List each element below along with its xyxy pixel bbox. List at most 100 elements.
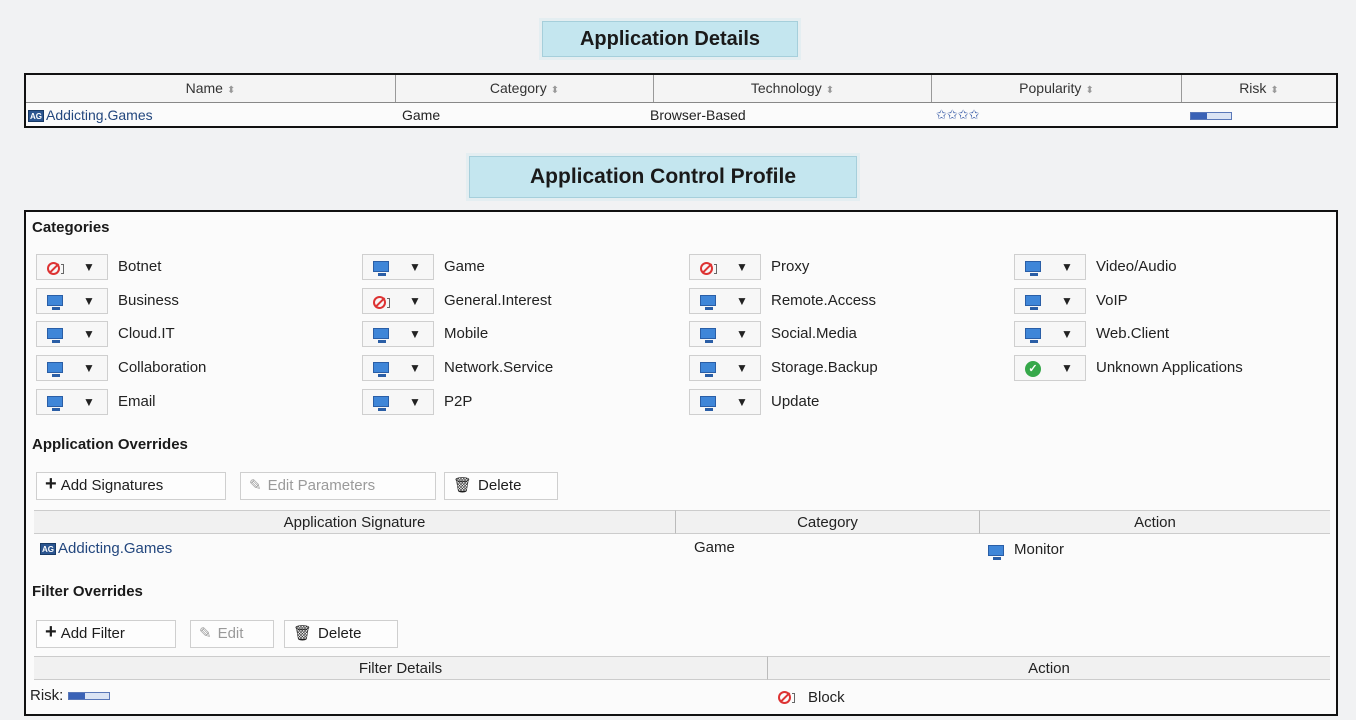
monitor-icon xyxy=(700,361,720,377)
category-action-dropdown[interactable]: ▼ xyxy=(362,389,434,415)
app-overrides-toolbar: + Add Signatures ✎ Edit Parameters 🗑 Delete xyxy=(34,468,1330,504)
monitor-icon xyxy=(373,260,393,276)
details-row-category: Game xyxy=(402,107,441,123)
application-details-table: Name ⬍ Category ⬍ Technology ⬍ Popularity ⬍ … xyxy=(24,73,1338,128)
category-label: Email xyxy=(118,393,156,410)
column-header-popularity[interactable]: Popularity ⬍ xyxy=(932,75,1182,102)
add-filter-button[interactable]: + Add Filter xyxy=(36,620,176,648)
category-action-dropdown[interactable]: ▼ xyxy=(36,321,108,347)
chevron-down-icon: ▼ xyxy=(1061,361,1073,375)
delete-signature-button[interactable]: 🗑 Delete xyxy=(444,472,558,500)
block-icon xyxy=(778,689,796,707)
plus-icon: + xyxy=(45,473,57,496)
chevron-down-icon: ▼ xyxy=(83,395,95,409)
category-label: Video/Audio xyxy=(1096,258,1177,275)
category-action-dropdown[interactable]: ▼ xyxy=(362,288,434,314)
edit-filter-button[interactable]: ✎ Edit xyxy=(190,620,274,648)
category-action-dropdown[interactable]: ▼ xyxy=(1014,288,1086,314)
monitor-icon xyxy=(1025,260,1045,276)
plus-icon: + xyxy=(45,621,57,644)
application-control-profile-panel: Categories ▼ Botnet ▼ Business ▼ Cloud.IT ▼ Col… xyxy=(24,210,1338,716)
add-signatures-button[interactable]: + Add Signatures xyxy=(36,472,226,500)
risk-level-bar xyxy=(1190,103,1232,127)
chevron-down-icon: ▼ xyxy=(409,327,421,341)
category-action-dropdown[interactable]: ▼ xyxy=(1014,321,1086,347)
monitor-icon xyxy=(47,327,67,343)
column-header-action[interactable]: Action xyxy=(980,510,1330,534)
monitor-icon xyxy=(47,361,67,377)
column-header-risk[interactable]: Risk ⬍ xyxy=(1182,75,1336,102)
edit-icon: ✎ xyxy=(249,477,262,494)
popularity-stars-icon: ✩✩✩✩ xyxy=(936,107,980,122)
chevron-down-icon: ▼ xyxy=(409,395,421,409)
filter-row-details[interactable]: Risk: xyxy=(30,687,110,704)
profile-title: Application Control Profile xyxy=(530,165,796,188)
category-label: General.Interest xyxy=(444,292,552,309)
column-header-technology[interactable]: Technology ⬍ xyxy=(654,75,932,102)
category-action-dropdown[interactable]: ▼ xyxy=(36,254,108,280)
details-header-row: Name ⬍ Category ⬍ Technology ⬍ Popularity ⬍ … xyxy=(26,75,1336,103)
column-header-filter-details[interactable]: Filter Details xyxy=(34,656,768,680)
category-label: Update xyxy=(771,393,820,410)
sort-icon: ⬍ xyxy=(550,85,560,96)
chevron-down-icon: ▼ xyxy=(1061,294,1073,308)
category-action-dropdown[interactable]: ▼ xyxy=(36,288,108,314)
details-banner: Application Details xyxy=(542,21,798,57)
category-label: Unknown Applications xyxy=(1096,359,1243,376)
monitor-icon xyxy=(47,395,67,411)
category-action-dropdown[interactable]: ▼ xyxy=(36,355,108,381)
column-header-name[interactable]: Name ⬍ xyxy=(26,75,396,102)
chevron-down-icon: ▼ xyxy=(409,260,421,274)
chevron-down-icon: ▼ xyxy=(409,294,421,308)
risk-bar-icon xyxy=(1190,112,1232,121)
sort-icon: ⬍ xyxy=(226,85,236,96)
category-action-dropdown[interactable]: ▼ xyxy=(1014,254,1086,280)
category-action-dropdown[interactable]: ▼ xyxy=(689,321,761,347)
category-label: VoIP xyxy=(1096,292,1128,309)
category-action-dropdown[interactable]: ▼ xyxy=(362,355,434,381)
categories-title: Categories xyxy=(32,219,110,236)
column-header-category[interactable]: Category xyxy=(676,510,980,534)
delete-filter-button[interactable]: 🗑 Delete xyxy=(284,620,398,648)
monitor-icon xyxy=(700,294,720,310)
block-icon xyxy=(47,260,67,276)
allow-icon: ✓ xyxy=(1025,361,1045,377)
category-label: Web.Client xyxy=(1096,325,1170,342)
category-action-dropdown[interactable]: ✓ ▼ xyxy=(1014,355,1086,381)
category-label: Cloud.IT xyxy=(118,325,175,342)
chevron-down-icon: ▼ xyxy=(83,327,95,341)
category-action-dropdown[interactable]: ▼ xyxy=(362,321,434,347)
chevron-down-icon: ▼ xyxy=(736,294,748,308)
category-label: Collaboration xyxy=(118,359,207,376)
profile-banner: Application Control Profile xyxy=(469,156,857,198)
edit-parameters-button[interactable]: ✎ Edit Parameters xyxy=(240,472,436,500)
category-action-dropdown[interactable]: ▼ xyxy=(689,288,761,314)
override-row-action[interactable]: Monitor xyxy=(988,541,1064,560)
filter-overrides-title: Filter Overrides xyxy=(32,583,143,600)
category-action-dropdown[interactable]: ▼ xyxy=(689,254,761,280)
monitor-icon xyxy=(373,327,393,343)
column-header-filter-action[interactable]: Action xyxy=(768,656,1330,680)
chevron-down-icon: ▼ xyxy=(83,361,95,375)
application-icon: AG xyxy=(28,110,44,123)
category-label: P2P xyxy=(444,393,473,410)
category-action-dropdown[interactable]: ▼ xyxy=(362,254,434,280)
monitor-icon xyxy=(700,395,720,411)
chevron-down-icon: ▼ xyxy=(1061,260,1073,274)
risk-bar-icon xyxy=(67,692,110,701)
details-row-name[interactable]: AG Addicting.Games xyxy=(28,103,153,127)
category-action-dropdown[interactable]: ▼ xyxy=(689,389,761,415)
category-action-dropdown[interactable]: ▼ xyxy=(36,389,108,415)
category-action-dropdown[interactable]: ▼ xyxy=(689,355,761,381)
category-label: Network.Service xyxy=(444,359,554,376)
trash-icon: 🗑 xyxy=(293,625,313,642)
category-label: Botnet xyxy=(118,258,162,275)
column-header-category[interactable]: Category ⬍ xyxy=(396,75,654,102)
sort-icon: ⬍ xyxy=(1270,85,1279,96)
column-header-application-signature[interactable]: Application Signature xyxy=(34,510,676,534)
override-row-signature[interactable]: AG Addicting.Games xyxy=(40,540,172,557)
app-overrides-title: Application Overrides xyxy=(32,436,188,453)
category-label: Storage.Backup xyxy=(771,359,878,376)
filter-row-action[interactable]: Block xyxy=(778,689,845,707)
chevron-down-icon: ▼ xyxy=(736,327,748,341)
